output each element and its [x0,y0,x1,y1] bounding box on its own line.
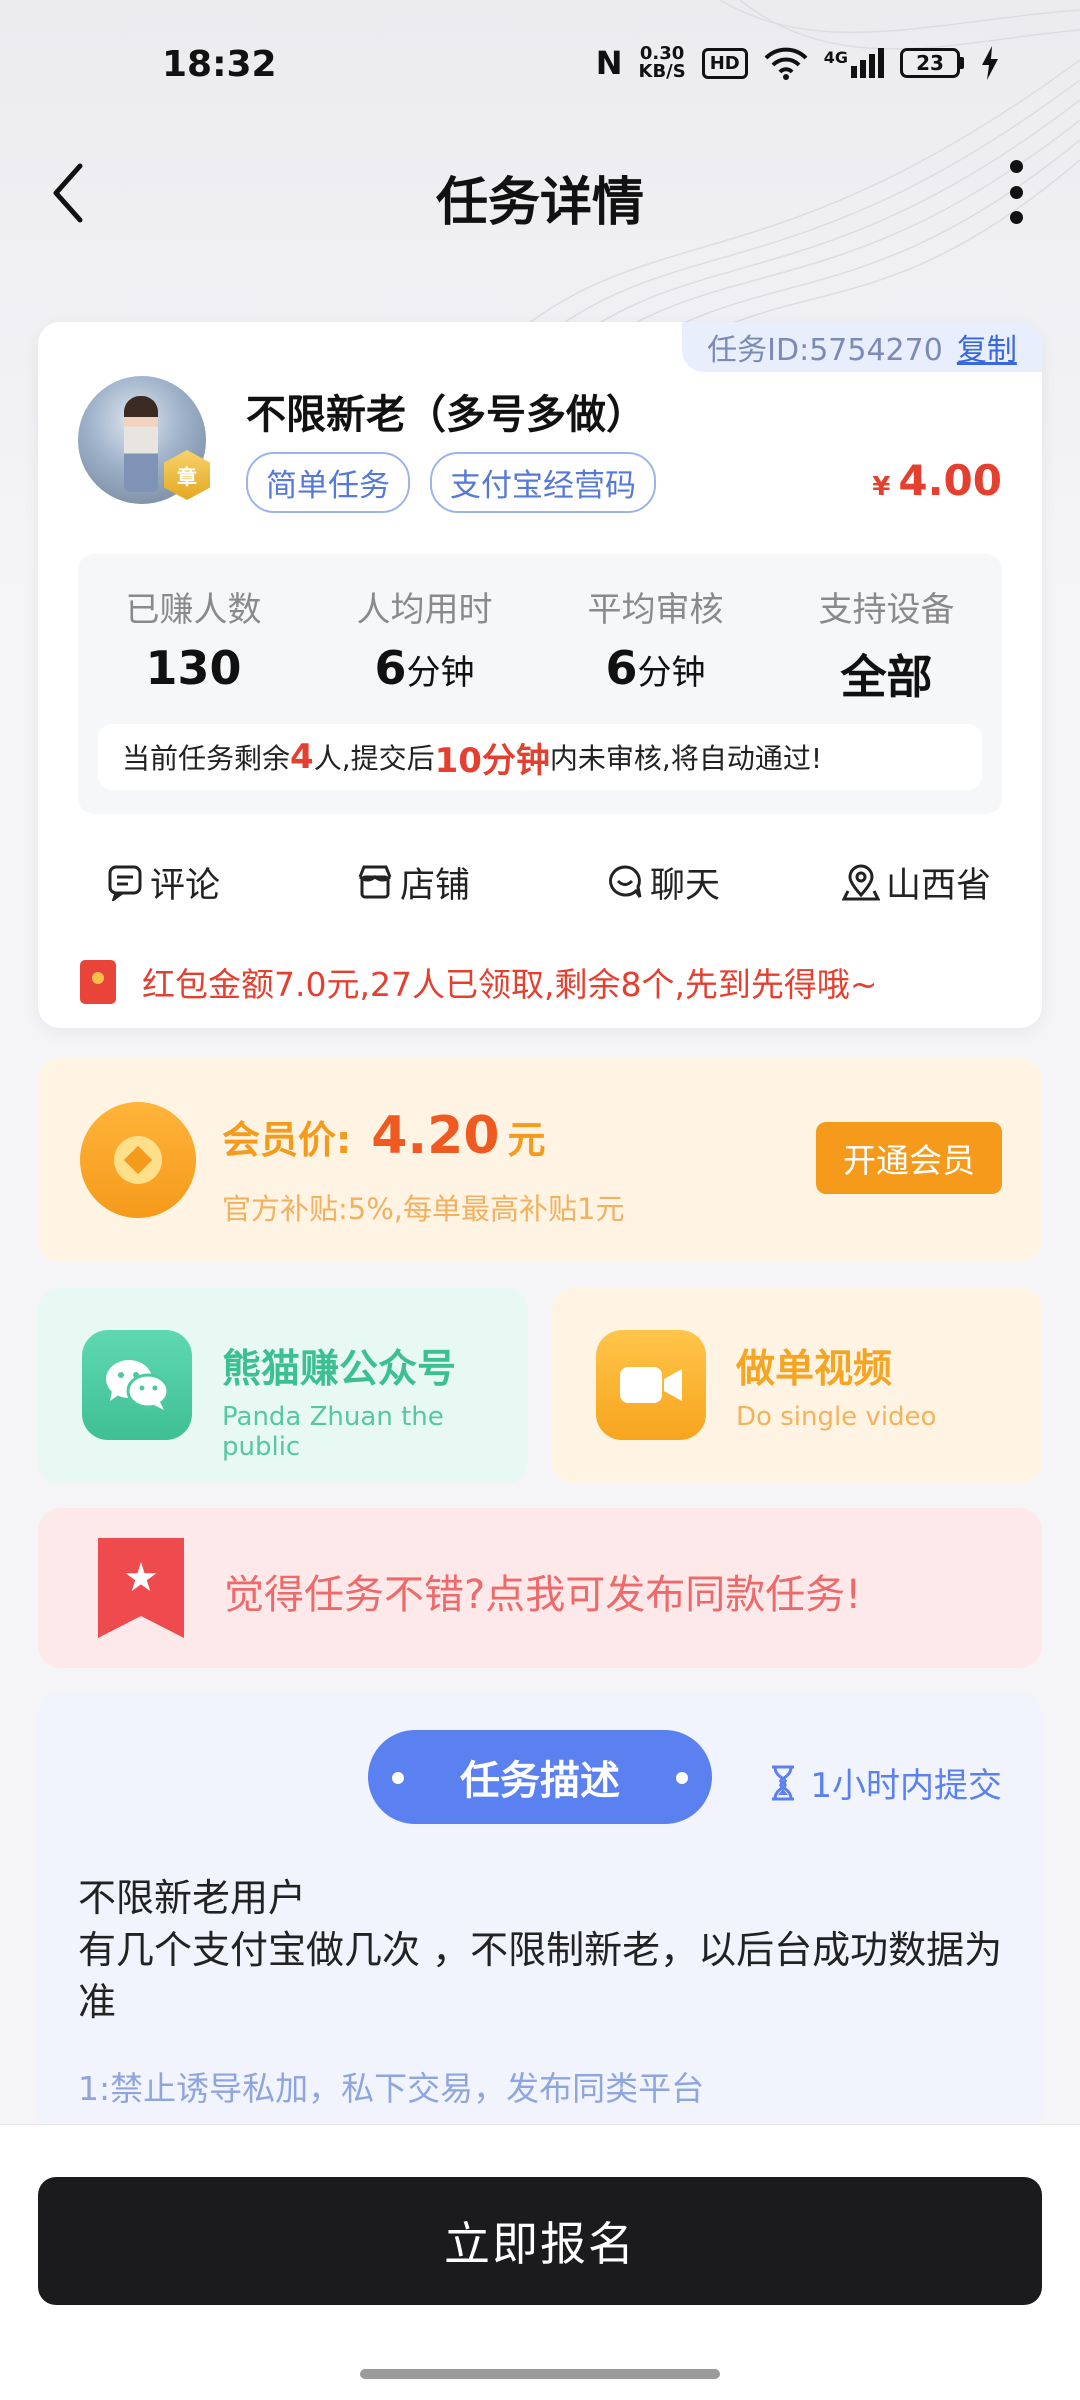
coin-icon [80,1102,196,1218]
panda-subtitle: Panda Zhuan the public [222,1402,444,1462]
home-indicator[interactable] [360,2369,720,2379]
task-id-bar: 任务ID:5754270 复制 [682,322,1042,372]
stat-label: 支持设备 [818,590,955,630]
stat-value: 6分钟 [374,641,475,695]
video-camera-icon [596,1330,706,1440]
tag-simple-task: 简单任务 [246,452,410,513]
comment-button[interactable]: 评论 [106,852,220,912]
location-icon [842,864,880,901]
wifi-icon [764,47,808,80]
publish-same-task-banner[interactable]: 觉得任务不错?点我可发布同款任务! [38,1508,1042,1668]
network-speed-unit: KB/S [638,61,686,82]
stat-label: 平均审核 [587,590,724,630]
task-card: 任务ID:5754270 复制 章 不限新老（多号多做） 简单任务 支付宝经营码… [38,322,1042,1028]
task-id: 任务ID:5754270 [707,333,943,368]
open-membership-button[interactable]: 开通会员 [816,1122,1002,1194]
red-packet-info: 红包金额7.0元,27人已领取,剩余8个,先到先得哦~ [80,958,878,1006]
nfc-icon: N [595,44,623,82]
stat-label: 已赚人数 [125,590,262,630]
battery-level: 23 [900,48,960,78]
stat-value: 全部 [840,650,933,704]
stat-value: 130 [145,641,242,695]
price-value: 4.00 [898,456,1002,505]
price-currency: ¥ [872,472,891,502]
tag-alipay-code: 支付宝经营码 [430,452,656,513]
network-speed: 0.30 KB/S [639,45,686,81]
panda-official-account-card[interactable]: 熊猫赚公众号 Panda Zhuan the public [38,1288,528,1484]
copy-id-link[interactable]: 复制 [957,325,1017,369]
status-time: 18:32 [162,44,277,85]
task-description-section: 任务描述 1小时内提交 不限新老用户 有几个支付宝做几次 ，不限制新老，以后台成… [38,1692,1042,2122]
network-type: 4G [823,48,848,67]
auto-approve-notice: 当前任务剩余 4 人,提交后 10分钟 内未审核,将自动通过! [98,724,982,790]
location-button[interactable]: 山西省 [842,852,991,912]
red-packet-icon [80,960,116,1004]
bottom-bar: 立即报名 [0,2124,1080,2400]
description-line: 有几个支付宝做几次 ，不限制新老，以后台成功数据为准 [78,1928,1003,2024]
single-video-card[interactable]: 做单视频 Do single video [552,1288,1042,1484]
member-price-unit: 元 [507,1118,546,1162]
video-subtitle: Do single video [736,1402,937,1432]
task-price: ¥4.00 [872,456,1002,505]
hd-icon: HD [701,47,748,79]
status-icons: N 0.30 KB/S HD 4G 23 [596,44,1000,82]
page-title: 任务详情 [435,173,644,233]
bookmark-star-icon [98,1538,184,1638]
member-price-value: 4.20 [371,1106,500,1166]
charging-icon [982,46,998,80]
task-actions: 评论 店铺 聊天 山西省 [38,852,1042,912]
video-title: 做单视频 [736,1347,893,1392]
chat-button[interactable]: 聊天 [606,852,720,912]
member-price: 会员价: 4.20 元 [222,1106,546,1166]
task-title: 不限新老（多号多做） [246,392,646,438]
stat-devices: 支持设备 全部 [771,582,1002,707]
description-tab[interactable]: 任务描述 [368,1730,712,1824]
wechat-icon [82,1330,192,1440]
task-stats: 已赚人数 130 人均用时 6分钟 平均审核 6分钟 支持设备 全部 当前任务剩… [78,554,1002,814]
stat-label: 人均用时 [356,590,493,630]
hourglass-icon [772,1765,795,1800]
signup-button[interactable]: 立即报名 [38,2177,1042,2305]
description-rule: 1:禁止诱导私加，私下交易，发布同类平台 [78,2069,705,2108]
comment-icon [108,865,142,901]
chat-icon [609,865,642,898]
member-price-card: 会员价: 4.20 元 官方补贴:5%,每单最高补贴1元 开通会员 [38,1058,1042,1262]
member-subsidy: 官方补贴:5%,每单最高补贴1元 [222,1192,625,1226]
cell-signal-icon: 4G [824,48,884,78]
shop-button[interactable]: 店铺 [356,852,470,912]
shop-icon [358,865,392,899]
stat-avg-time: 人均用时 6分钟 [309,582,540,695]
status-bar: 18:32 N 0.30 KB/S HD 4G 23 [0,0,1080,130]
nav-bar: 任务详情 [0,140,1080,250]
submit-deadline: 1小时内提交 [768,1758,1002,1807]
more-options-icon[interactable] [996,160,1036,224]
description-line: 不限新老用户 [78,1876,307,1920]
stat-value: 6分钟 [605,641,706,695]
panda-title: 熊猫赚公众号 [222,1347,457,1392]
task-tags: 简单任务 支付宝经营码 [246,452,656,513]
description-text: 不限新老用户 有几个支付宝做几次 ，不限制新老，以后台成功数据为准 [78,1872,1008,2028]
stat-avg-review: 平均审核 6分钟 [540,582,771,695]
member-price-label: 会员价: [222,1118,352,1162]
stat-earned-count: 已赚人数 130 [78,582,309,695]
publish-text: 觉得任务不错?点我可发布同款任务! [224,1572,862,1618]
red-packet-text: 红包金额7.0元,27人已领取,剩余8个,先到先得哦~ [142,965,878,1004]
battery-icon: 23 [900,48,964,78]
